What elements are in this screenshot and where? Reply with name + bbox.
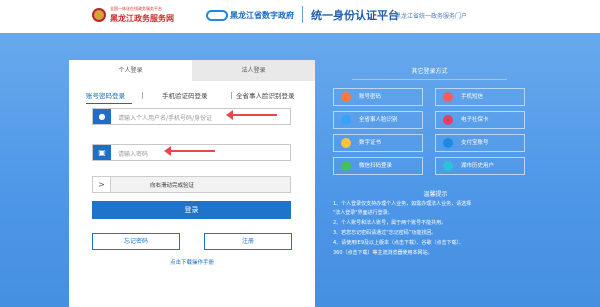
face-icon (341, 115, 351, 125)
digital-government-name: 黑龙江省数字政府 (230, 11, 294, 20)
social-card-icon (443, 115, 453, 125)
login-option-certificate[interactable]: 数字证书 (333, 134, 423, 152)
other-login-panel: 其它登录方式 账号密码 手机短信 全省事人脸识别 电子社保卡 数字证书 支付宝账… (323, 66, 536, 184)
active-method-underline (86, 103, 132, 104)
login-option-wechat[interactable]: 微信扫码登录 (333, 157, 423, 175)
slider-handle-icon[interactable]: > (93, 177, 111, 192)
history-user-icon (443, 161, 453, 171)
register-button[interactable]: 注册 (204, 233, 292, 250)
tip-line: 2、个人账号和法人账号，属于两个账号不能共用。 (333, 220, 447, 226)
page-title: 统一身份认证平台 (311, 9, 399, 22)
tab-legal-login[interactable]: 法人登录 (192, 60, 315, 81)
slide-verification-text: 向右滑动完成验证 (150, 183, 195, 189)
slide-verification[interactable]: > 向右滑动完成验证 (92, 176, 291, 193)
top-header (0, 0, 600, 33)
red-arrow-icon (226, 110, 277, 120)
username-field[interactable]: ● 请输入个人用户名/手机号码/身份证 (92, 108, 291, 125)
login-option-account[interactable]: 账号密码 (333, 88, 423, 106)
tab-person-login[interactable]: 个人登录 (69, 60, 192, 81)
user-icon: ● (93, 109, 111, 124)
header-divider (302, 6, 303, 23)
tip-line: 4、请使用IE9及以上版本（点击下载）、谷歌（点击下载）、 (333, 240, 464, 246)
lock-icon: ▣ (93, 145, 111, 160)
login-button[interactable]: 登录 (92, 201, 291, 219)
login-option-face[interactable]: 全省事人脸识别 (333, 111, 423, 129)
national-emblem-icon (92, 8, 106, 22)
method-divider (142, 92, 143, 99)
login-method-tabs: 账号密码登录 手机验证码登录 全省事人脸识别登录 (86, 90, 306, 102)
sms-login-tab[interactable]: 手机验证码登录 (162, 90, 208, 100)
login-option-sms[interactable]: 手机短信 (435, 88, 525, 106)
password-field[interactable]: ▣ 请输入密码 (92, 144, 291, 161)
login-option-social-card[interactable]: 电子社保卡 (435, 111, 525, 129)
tip-line: "法人登录"界面进行登录。 (333, 210, 393, 216)
red-arrow-icon (164, 146, 215, 156)
username-placeholder: 请输入个人用户名/手机号码/身份证 (118, 115, 213, 122)
wechat-icon (341, 161, 351, 171)
method-divider (231, 92, 232, 99)
alipay-icon (443, 138, 453, 148)
other-login-title: 其它登录方式 (411, 68, 448, 75)
tip-line: 360（点击下载）等主流浏览器使用本网站。 (333, 250, 433, 256)
download-manual-link[interactable]: 点击下载操作手册 (150, 258, 234, 266)
tip-line: 3、若您忘记密码请通过“忘记密码”功能找回。 (333, 230, 437, 236)
other-login-divider (352, 79, 507, 80)
tip-line: 1、个人登录仅支持办理个人业务，如需办理法人业务，请选择 (333, 201, 472, 207)
password-login-tab[interactable]: 账号密码登录 (86, 90, 125, 100)
login-option-history-user[interactable]: 湖市历史用户 (435, 157, 525, 175)
platform-subtitle: 全国一体化在线政务服务平台 (110, 6, 162, 11)
tips-title: 温馨提示 (423, 191, 448, 198)
account-icon (341, 92, 351, 102)
digital-government-logo-icon (206, 10, 228, 21)
phone-icon (443, 92, 453, 102)
forgot-password-button[interactable]: 忘记密码 (92, 233, 180, 250)
password-placeholder: 请输入密码 (118, 151, 149, 158)
site-name: 黑龙江政务服务网 (110, 14, 174, 23)
face-login-tab[interactable]: 全省事人脸识别登录 (236, 90, 295, 100)
login-option-alipay[interactable]: 支付宝账号 (435, 134, 525, 152)
portal-title: 黑龙江省统一政务服务门户 (395, 13, 468, 20)
certificate-icon (341, 138, 351, 148)
